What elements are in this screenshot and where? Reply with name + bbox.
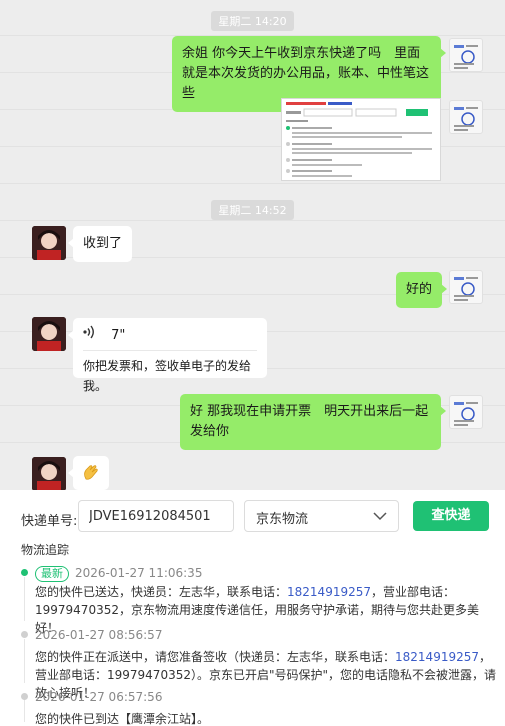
avatar[interactable] — [32, 226, 66, 260]
chat-area[interactable]: 星期二 14:20 余姐 你今天上午收到京东快递了吗 里面就是本次发货的办公用品… — [0, 0, 505, 490]
timeline-dot — [21, 693, 28, 700]
voice-transcript: 你把发票和，签收单电子的发给我。 — [83, 359, 252, 393]
timeline-event: 2026-01-27 06:57:56 您的快件已到达【鹰潭余江站】。 — [35, 690, 210, 726]
avatar[interactable] — [32, 317, 66, 351]
logistics-panel: 快递单号: 京东物流 查快递 物流追踪 最新2026-01-27 11:06:3… — [0, 490, 505, 726]
timeline-dot — [21, 631, 28, 638]
timestamp: 星期二 14:20 — [0, 10, 505, 31]
clapping-hands-icon — [82, 463, 100, 488]
avatar[interactable] — [32, 457, 66, 490]
section-title: 物流追踪 — [21, 543, 70, 557]
latest-badge: 最新 — [35, 566, 69, 582]
chevron-down-icon — [373, 510, 387, 526]
timeline-dot — [21, 569, 28, 576]
avatar[interactable] — [449, 270, 483, 304]
tracking-number-input[interactable] — [78, 500, 234, 532]
avatar[interactable] — [449, 100, 483, 134]
voice-duration: 7" — [111, 328, 126, 343]
tracking-label: 快递单号: — [21, 514, 78, 529]
timestamp: 星期二 14:52 — [0, 199, 505, 220]
screenshot-image[interactable] — [281, 98, 441, 181]
avatar[interactable] — [449, 395, 483, 429]
message-bubble[interactable]: 收到了 — [67, 226, 133, 262]
message-bubble[interactable]: 好 那我现在申请开票 明天开出来后一起发给你 — [180, 394, 446, 450]
emoji-message[interactable] — [68, 456, 109, 490]
phone-link[interactable]: 18214919257 — [395, 650, 479, 664]
carrier-select[interactable]: 京东物流 — [244, 500, 399, 532]
query-button[interactable]: 查快递 — [413, 501, 489, 531]
voice-message[interactable]: 7" 你把发票和，签收单电子的发给我。 — [68, 318, 267, 393]
avatar[interactable] — [449, 38, 483, 72]
message-bubble[interactable]: 好的 — [396, 272, 448, 308]
phone-link[interactable]: 18214919257 — [287, 585, 371, 599]
voice-icon — [83, 325, 97, 346]
